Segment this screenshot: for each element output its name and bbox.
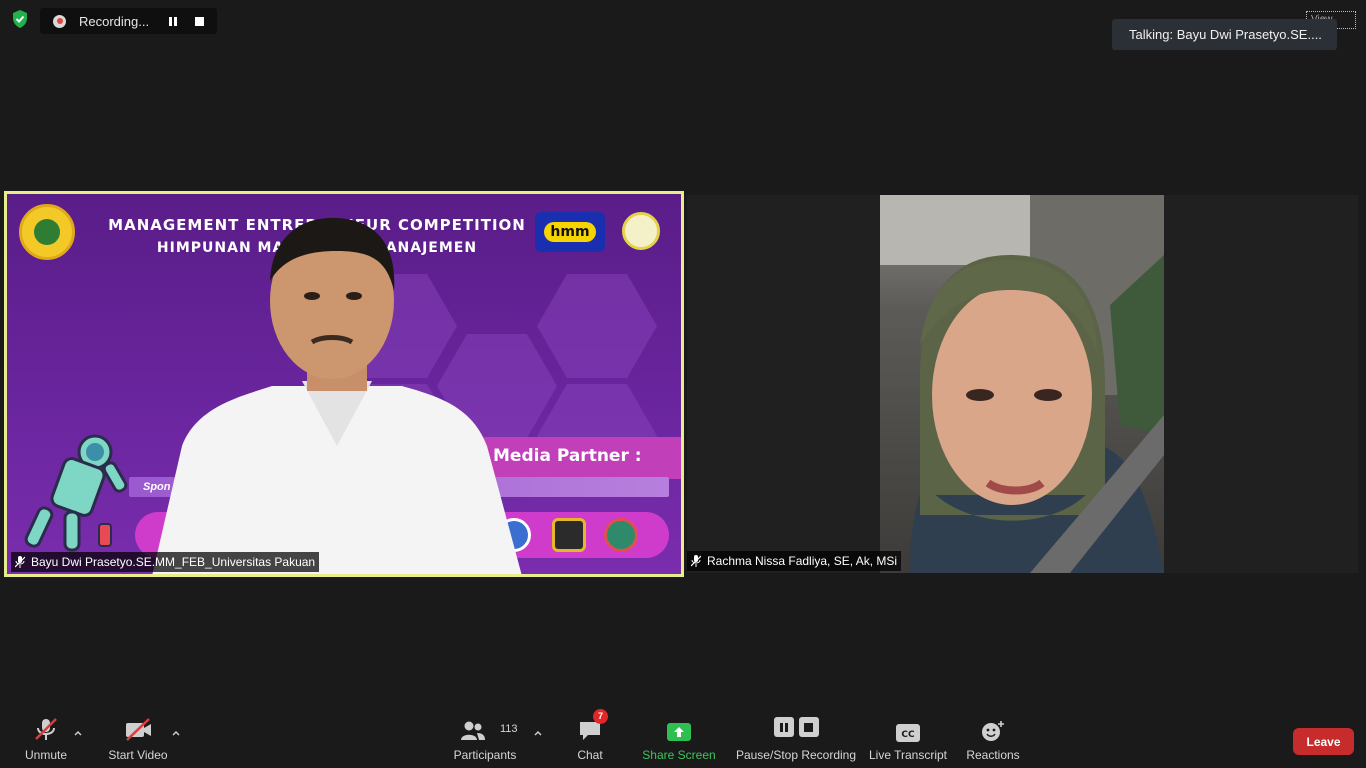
unmute-button[interactable]: Unmute (18, 708, 74, 768)
participants-count: 113 (500, 723, 518, 735)
university-logo (19, 204, 75, 260)
live-transcript-button[interactable]: CC Live Transcript (868, 708, 948, 768)
stop-icon (194, 16, 204, 26)
recording-indicator: Recording... (40, 8, 217, 34)
start-video-button[interactable]: Start Video (104, 708, 172, 768)
video-tile-participant[interactable]: Rachma Nissa Fadliya, SE, Ak, MSi (687, 195, 1358, 573)
unmute-label: Unmute (24, 748, 68, 762)
participant-name-tag: Rachma Nissa Fadliya, SE, Ak, MSi (687, 551, 902, 571)
smiley-plus-icon (982, 721, 1004, 741)
people-icon (461, 721, 485, 740)
reactions-label: Reactions (966, 748, 1020, 762)
hex-decoration (537, 274, 657, 378)
participant-camera-image (880, 195, 1164, 573)
live-transcript-label: Live Transcript (868, 748, 948, 762)
mic-muted-icon (35, 718, 57, 740)
cc-icon: CC (896, 724, 920, 742)
partner-logo (604, 518, 638, 552)
stop-recording-button[interactable] (189, 11, 209, 31)
chevron-up-icon[interactable] (533, 728, 543, 738)
partner-logo (552, 518, 586, 552)
security-shield-icon[interactable] (10, 9, 30, 29)
leave-button[interactable]: Leave (1293, 728, 1354, 755)
participants-button[interactable]: 113 Participants (452, 708, 518, 768)
video-tile-active-speaker[interactable]: MANAGEMENT ENTREPRENEUR COMPETITION HIMP… (4, 191, 684, 577)
chevron-up-icon[interactable] (73, 728, 83, 738)
pause-stop-recording-label: Pause/Stop Recording (735, 748, 857, 762)
reactions-button[interactable]: Reactions (964, 708, 1022, 768)
pause-stop-recording-button[interactable]: Pause/Stop Recording (734, 708, 858, 768)
share-screen-label: Share Screen (642, 748, 716, 762)
mic-muted-icon (691, 555, 701, 567)
chevron-up-icon[interactable] (171, 728, 181, 738)
event-logo (622, 212, 660, 250)
pause-icon (773, 717, 794, 737)
recording-label: Recording... (79, 13, 150, 29)
participants-label: Participants (453, 748, 517, 762)
chat-label: Chat (577, 748, 603, 762)
participant-name-tag: Bayu Dwi Prasetyo.SE.MM_FEB_Universitas … (11, 552, 320, 572)
participant-name: Rachma Nissa Fadliya, SE, Ak, MSi (707, 554, 898, 568)
meeting-controls-toolbar: Unmute Start Video 113 Participants 7 Ch… (0, 708, 1366, 768)
hmm-logo: hmm (535, 212, 605, 252)
mic-muted-icon (15, 556, 25, 568)
speaker-video-feed (152, 217, 522, 574)
chat-unread-badge: 7 (593, 709, 608, 724)
participant-video-feed (880, 195, 1164, 573)
talking-indicator: Talking: Bayu Dwi Prasetyo.SE.... (1112, 19, 1337, 50)
stop-icon (798, 717, 819, 737)
pause-recording-button[interactable] (163, 11, 183, 31)
video-off-icon (126, 718, 151, 741)
share-screen-button[interactable]: Share Screen (641, 708, 717, 768)
chat-button[interactable]: 7 Chat (570, 708, 610, 768)
record-dot-icon (53, 14, 66, 28)
start-video-label: Start Video (108, 748, 168, 762)
astronaut-illustration (24, 434, 128, 552)
pause-icon (169, 16, 177, 26)
participant-name: Bayu Dwi Prasetyo.SE.MM_FEB_Universitas … (31, 555, 316, 569)
hmm-logo-text: hmm (544, 222, 596, 242)
svg-text:CC: CC (901, 730, 915, 740)
share-up-arrow-icon (667, 723, 691, 741)
